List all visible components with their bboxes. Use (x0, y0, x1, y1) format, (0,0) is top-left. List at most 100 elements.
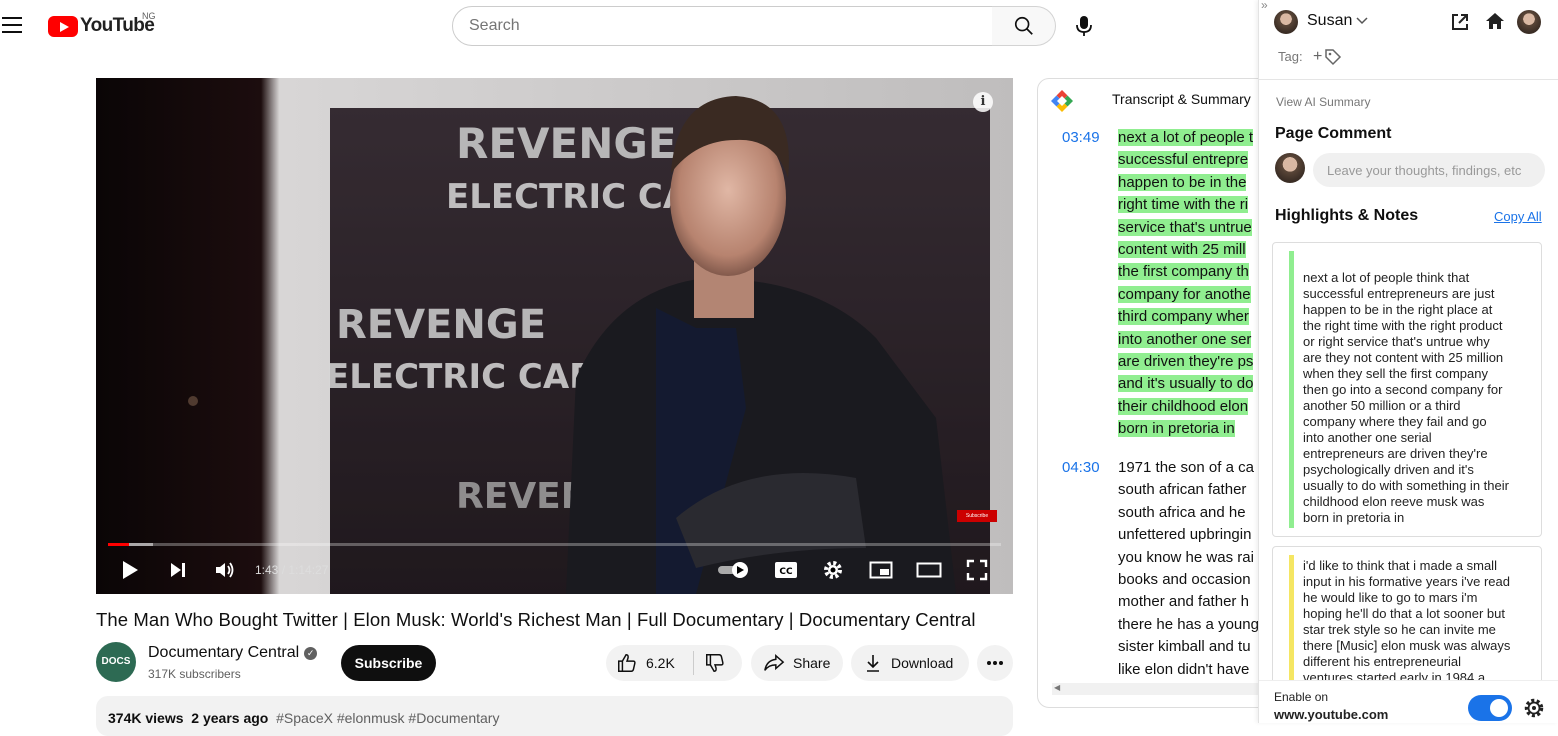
chevron-down-icon (1356, 17, 1368, 25)
highlight-line: i'd like to think that i made a small (1303, 558, 1497, 573)
transcript-line[interactable]: there he has a young (1118, 616, 1259, 633)
transcript-panel: Transcript & Summary 03:49 next a lot of… (1037, 78, 1261, 708)
enable-toggle[interactable] (1468, 695, 1512, 721)
gear-icon (824, 561, 842, 579)
like-button[interactable]: 6.2K (606, 651, 694, 675)
transcript-line[interactable]: sister kimball and tu (1118, 638, 1251, 655)
gear-icon (1524, 698, 1544, 718)
subscriber-count: 317K subscribers (148, 667, 241, 681)
transcript-line[interactable]: happen to be in the (1118, 173, 1247, 191)
transcript-line[interactable]: right time with the ri (1118, 196, 1249, 214)
transcript-line[interactable]: born in pretoria in (1118, 420, 1235, 438)
tag-label: Tag: (1278, 49, 1303, 64)
captions-icon: CC (775, 562, 797, 578)
subscribe-watermark[interactable]: Subscribe (957, 510, 997, 522)
home-button[interactable] (1485, 11, 1505, 36)
miniplayer-button[interactable] (868, 558, 894, 582)
time-display: 1:43 / 1:14:27 (255, 563, 329, 577)
home-icon (1486, 13, 1504, 29)
horizontal-scrollbar[interactable]: ◀ (1052, 683, 1260, 695)
transcript-line[interactable]: south african father (1118, 481, 1246, 498)
highlight-line: born in pretoria in (1303, 510, 1405, 525)
highlight-note[interactable]: i'd like to think that i made a small inp… (1272, 546, 1542, 696)
export-button[interactable] (1450, 12, 1470, 37)
progress-played (108, 543, 129, 546)
transcript-line[interactable]: you know he was rai (1118, 549, 1254, 566)
tag-icon (1325, 49, 1342, 66)
channel-name[interactable]: Documentary Central ✓ (148, 644, 318, 662)
more-actions-button[interactable] (977, 645, 1013, 681)
highlight-text: i'd like to think that i made a small inp… (1303, 558, 1541, 686)
share-button[interactable]: Share (751, 645, 843, 681)
search-button[interactable] (992, 6, 1056, 46)
download-button[interactable]: Download (851, 645, 969, 681)
fullscreen-button[interactable] (964, 558, 990, 582)
search-input[interactable]: Search (452, 6, 993, 46)
transcript-line[interactable]: next a lot of people t (1118, 129, 1254, 146)
video-player[interactable]: REVENGE ELECTRIC CAR REVENGE ELECTRIC CA… (96, 78, 1013, 594)
channel-avatar[interactable]: DOCS (96, 642, 136, 682)
description-box[interactable]: 374K views 2 years ago #SpaceX #elonmusk… (96, 696, 1013, 736)
transcript-line[interactable]: mother and father h (1118, 593, 1249, 610)
enable-domain: www.youtube.com (1274, 707, 1389, 722)
comment-input[interactable]: Leave your thoughts, findings, etc (1313, 153, 1545, 187)
captions-button[interactable]: CC (773, 558, 799, 582)
microphone-button[interactable] (1068, 10, 1100, 42)
theater-mode-button[interactable] (915, 558, 943, 582)
settings-button[interactable] (1523, 697, 1545, 724)
highlight-line: then go into a second company for (1303, 382, 1503, 397)
segment-timestamp[interactable]: 04:30 (1062, 459, 1100, 476)
add-tag-button[interactable]: + (1313, 48, 1342, 66)
transcript-line[interactable]: 1971 the son of a ca (1118, 459, 1254, 476)
transcript-line[interactable]: unfettered upbringin (1118, 526, 1251, 543)
info-icon[interactable]: i (973, 92, 993, 112)
copy-all-link[interactable]: Copy All (1494, 209, 1542, 224)
segment-timestamp[interactable]: 03:49 (1062, 129, 1100, 146)
progress-bar[interactable] (108, 543, 1001, 546)
subscribe-button[interactable]: Subscribe (341, 645, 436, 681)
highlight-line: there [Music] elon musk was always (1303, 638, 1511, 653)
youtube-play-icon (48, 15, 78, 37)
dislike-button[interactable] (694, 652, 726, 674)
autoplay-toggle[interactable] (716, 558, 752, 582)
transcript-line[interactable]: their childhood elon (1118, 397, 1249, 415)
download-icon (867, 655, 879, 672)
transcript-line[interactable]: into another one ser (1118, 330, 1252, 348)
poster-text: REVENGE (336, 302, 546, 348)
transcript-line[interactable]: books and occasion (1118, 571, 1251, 588)
transcript-line[interactable]: the first company th (1118, 263, 1249, 281)
highlights-heading: Highlights & Notes (1275, 207, 1419, 224)
youtube-logo[interactable]: YouTube (48, 15, 155, 37)
svg-text:CC: CC (779, 567, 793, 577)
fullscreen-icon (966, 559, 988, 581)
highlight-line: into another one serial (1303, 430, 1432, 445)
transcript-line[interactable]: like elon didn't have (1118, 661, 1249, 678)
view-ai-summary-link[interactable]: View AI Summary (1276, 95, 1370, 109)
collapse-sidebar-icon[interactable]: » (1261, 0, 1268, 12)
user-menu[interactable]: Susan (1307, 12, 1368, 30)
transcript-line[interactable]: successful entrepre (1118, 151, 1249, 169)
highlight-note[interactable]: next a lot of people think that successfu… (1272, 242, 1542, 537)
account-avatar[interactable] (1517, 10, 1541, 34)
volume-button[interactable] (213, 558, 237, 582)
transcript-line[interactable]: company for anothe (1118, 285, 1251, 303)
highlight-line: different his entrepreneurial (1303, 654, 1462, 669)
transcript-line[interactable]: third company wher (1118, 308, 1249, 326)
like-dislike-group: 6.2K (606, 645, 742, 681)
settings-button[interactable] (820, 558, 846, 582)
verified-icon: ✓ (304, 646, 318, 660)
transcript-line[interactable]: and it's usually to do (1118, 375, 1254, 393)
highlight-line: or right service that's untrue why (1303, 334, 1490, 349)
play-button[interactable] (118, 558, 142, 582)
next-icon (171, 563, 185, 577)
poster-text: REVENGE (456, 119, 677, 168)
next-button[interactable] (166, 558, 190, 582)
transcript-line[interactable]: content with 25 mill (1118, 241, 1246, 259)
transcript-line[interactable]: are driven they're ps (1118, 353, 1254, 371)
hashtags[interactable]: #SpaceX #elonmusk #Documentary (276, 710, 499, 726)
transcript-line[interactable]: south africa and he (1118, 504, 1246, 521)
transcript-heading[interactable]: Transcript & Summary (1112, 91, 1251, 107)
page-comment-heading: Page Comment (1275, 125, 1392, 142)
menu-icon[interactable] (2, 14, 22, 36)
transcript-line[interactable]: service that's untrue (1118, 218, 1252, 236)
